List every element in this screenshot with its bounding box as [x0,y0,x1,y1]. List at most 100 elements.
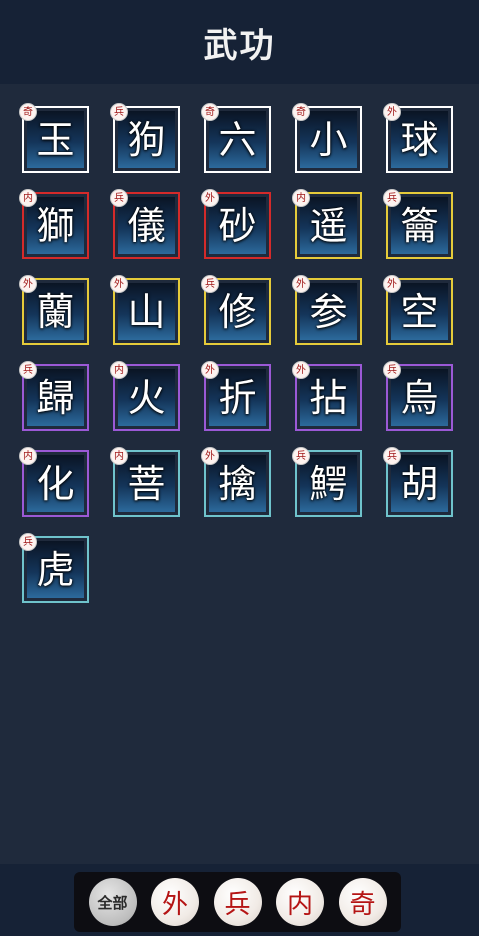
skill-category-badge: 兵 [292,447,310,465]
filter-inner-button[interactable]: 内 [276,878,324,926]
skill-category-badge: 兵 [383,447,401,465]
skill-tile-face: 狗 [118,111,175,168]
filter-outer-button[interactable]: 外 [151,878,199,926]
skill-tile-face: 胡 [391,455,448,512]
skill-category-badge: 外 [383,103,401,121]
skill-glyph: 山 [127,289,166,334]
skill-tile-face: 儀 [118,197,175,254]
skill-tile[interactable]: 小奇 [292,103,362,173]
skill-tile-face: 遥 [300,197,357,254]
category-filter-bar: 全部外兵内奇 [74,872,401,932]
skill-tile-face: 六 [209,111,266,168]
skill-glyph: 儀 [127,203,166,248]
skill-tile[interactable]: 化内 [19,447,89,517]
filter-all-button[interactable]: 全部 [88,878,137,926]
skill-category-badge: 内 [19,189,37,207]
skill-tile[interactable]: 球外 [383,103,453,173]
skill-category-badge: 兵 [19,361,37,379]
skill-tile[interactable]: 菩内 [110,447,180,517]
skill-glyph: 烏 [400,375,439,420]
skill-glyph: 狗 [127,117,166,162]
skill-glyph: 小 [309,117,348,162]
skill-category-badge: 奇 [19,103,37,121]
filter-weapon-button[interactable]: 兵 [213,878,262,926]
skill-category-badge: 兵 [201,275,219,293]
skill-glyph: 修 [218,289,257,334]
skill-tile[interactable]: 籥兵 [383,189,453,259]
skill-tile-face: 鰐 [300,455,357,512]
skill-glyph: 籥 [400,203,439,248]
skill-category-badge: 内 [19,447,37,465]
skill-category-badge: 内 [110,447,128,465]
skill-category-badge: 外 [19,275,37,293]
skill-tile-face: 砂 [209,197,266,254]
skill-category-badge: 外 [201,361,219,379]
skill-tile-face: 化 [27,455,84,512]
skill-glyph: 折 [218,375,257,420]
skill-glyph: 鰐 [309,461,348,506]
skill-tile-face: 折 [209,369,266,426]
skill-glyph: 六 [218,117,257,162]
skill-tile[interactable]: 六奇 [201,103,271,173]
skill-tile[interactable]: 拈外 [292,361,362,431]
skill-tile-face: 火 [118,369,175,426]
skill-tile[interactable]: 擒外 [201,447,271,517]
skill-tile[interactable]: 参外 [292,275,362,345]
skill-glyph: 遥 [309,203,348,248]
skill-category-badge: 奇 [292,103,310,121]
skill-category-badge: 奇 [201,103,219,121]
skill-category-badge: 兵 [383,189,401,207]
skill-glyph: 胡 [400,461,439,506]
skill-tile[interactable]: 修兵 [201,275,271,345]
skill-glyph: 空 [400,289,439,334]
skill-tile-face: 山 [118,283,175,340]
skill-category-badge: 兵 [383,361,401,379]
skill-category-badge: 外 [292,275,310,293]
skill-tile-face: 獅 [27,197,84,254]
skill-tile-face: 蘭 [27,283,84,340]
skill-glyph: 擒 [218,461,257,506]
skill-tile-face: 歸 [27,369,84,426]
skill-tile-face: 小 [300,111,357,168]
skill-tile-face: 空 [391,283,448,340]
skill-tile-face: 虎 [27,541,84,598]
skill-category-badge: 内 [292,189,310,207]
skill-glyph: 砂 [218,203,257,248]
skill-category-badge: 外 [383,275,401,293]
skill-tile[interactable]: 山外 [110,275,180,345]
skill-tile[interactable]: 折外 [201,361,271,431]
skill-tile[interactable]: 儀兵 [110,189,180,259]
skill-tile[interactable]: 獅内 [19,189,89,259]
skill-tile[interactable]: 歸兵 [19,361,89,431]
skill-tile-face: 烏 [391,369,448,426]
skill-glyph: 球 [400,117,439,162]
skill-category-badge: 外 [201,189,219,207]
skill-glyph: 化 [36,461,75,506]
skill-category-badge: 外 [201,447,219,465]
skill-tile[interactable]: 空外 [383,275,453,345]
skill-tile-face: 籥 [391,197,448,254]
skill-category-badge: 外 [292,361,310,379]
skill-tile[interactable]: 狗兵 [110,103,180,173]
filter-special-button[interactable]: 奇 [338,878,387,926]
skill-tile[interactable]: 遥内 [292,189,362,259]
skill-tile[interactable]: 鰐兵 [292,447,362,517]
skill-tile-face: 球 [391,111,448,168]
skill-category-badge: 兵 [110,103,128,121]
skill-tile[interactable]: 玉奇 [19,103,89,173]
skill-tile[interactable]: 砂外 [201,189,271,259]
skill-glyph: 蘭 [36,289,75,334]
skill-glyph: 虎 [36,547,75,592]
skill-category-badge: 兵 [110,189,128,207]
skill-tile-face: 拈 [300,369,357,426]
header-bar: 武功 [0,0,479,84]
skill-tile[interactable]: 胡兵 [383,447,453,517]
skill-tile[interactable]: 虎兵 [19,533,89,603]
skill-category-badge: 兵 [19,533,37,551]
skill-glyph: 拈 [309,375,348,420]
skill-tile[interactable]: 火内 [110,361,180,431]
skill-tile[interactable]: 蘭外 [19,275,89,345]
skill-tile-face: 菩 [118,455,175,512]
skill-tile[interactable]: 烏兵 [383,361,453,431]
skill-glyph: 玉 [36,117,75,162]
